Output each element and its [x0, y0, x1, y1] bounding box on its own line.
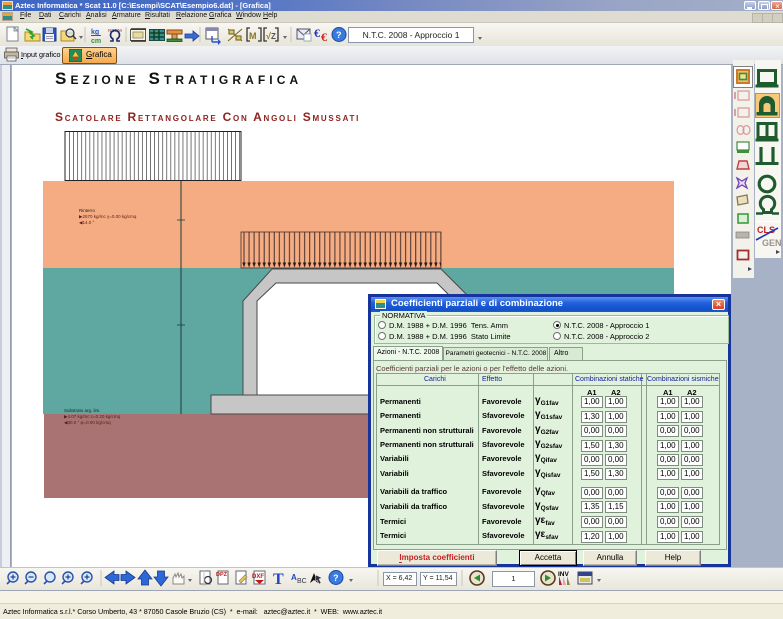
svg-text:CLS: CLS — [757, 225, 775, 235]
svg-text:DPZ: DPZ — [216, 572, 228, 578]
svg-text:◀30.0 ° φ=0.00 kg/cmq: ◀30.0 ° φ=0.00 kg/cmq — [64, 420, 111, 425]
svg-text:Z: Z — [271, 32, 276, 41]
svg-text:cm: cm — [91, 38, 101, 45]
svg-text:M: M — [249, 31, 257, 41]
svg-text:BC: BC — [297, 578, 307, 585]
svg-text:▶4.07 kg/mc c=0.20 kg/cmq: ▶4.07 kg/mc c=0.20 kg/cmq — [64, 414, 121, 419]
svg-text:DXF: DXF — [252, 574, 264, 580]
svg-text:T: T — [273, 571, 284, 588]
svg-text:Rinterro: Rinterro — [79, 208, 96, 213]
svg-text:GEN: GEN — [762, 238, 782, 248]
svg-text:€: € — [314, 26, 320, 40]
svg-text:Sezione Stratigrafica: Sezione Stratigrafica — [55, 69, 302, 88]
svg-text:Substrato arg. lim.: Substrato arg. lim. — [64, 408, 101, 413]
svg-text:€: € — [321, 30, 327, 44]
svg-text:INV: INV — [558, 571, 570, 578]
svg-text:Scatolare Rettangolare Con Ang: Scatolare Rettangolare Con Angoli Smussa… — [55, 110, 360, 124]
svg-text:?: ? — [336, 30, 342, 40]
svg-text:kg: kg — [91, 29, 99, 36]
svg-text:▶2570 kg/mc γ=0.00 kg/cmq: ▶2570 kg/mc γ=0.00 kg/cmq — [79, 214, 137, 219]
svg-text:◀14.0 °: ◀14.0 ° — [79, 220, 94, 225]
svg-text:?: ? — [333, 573, 339, 583]
